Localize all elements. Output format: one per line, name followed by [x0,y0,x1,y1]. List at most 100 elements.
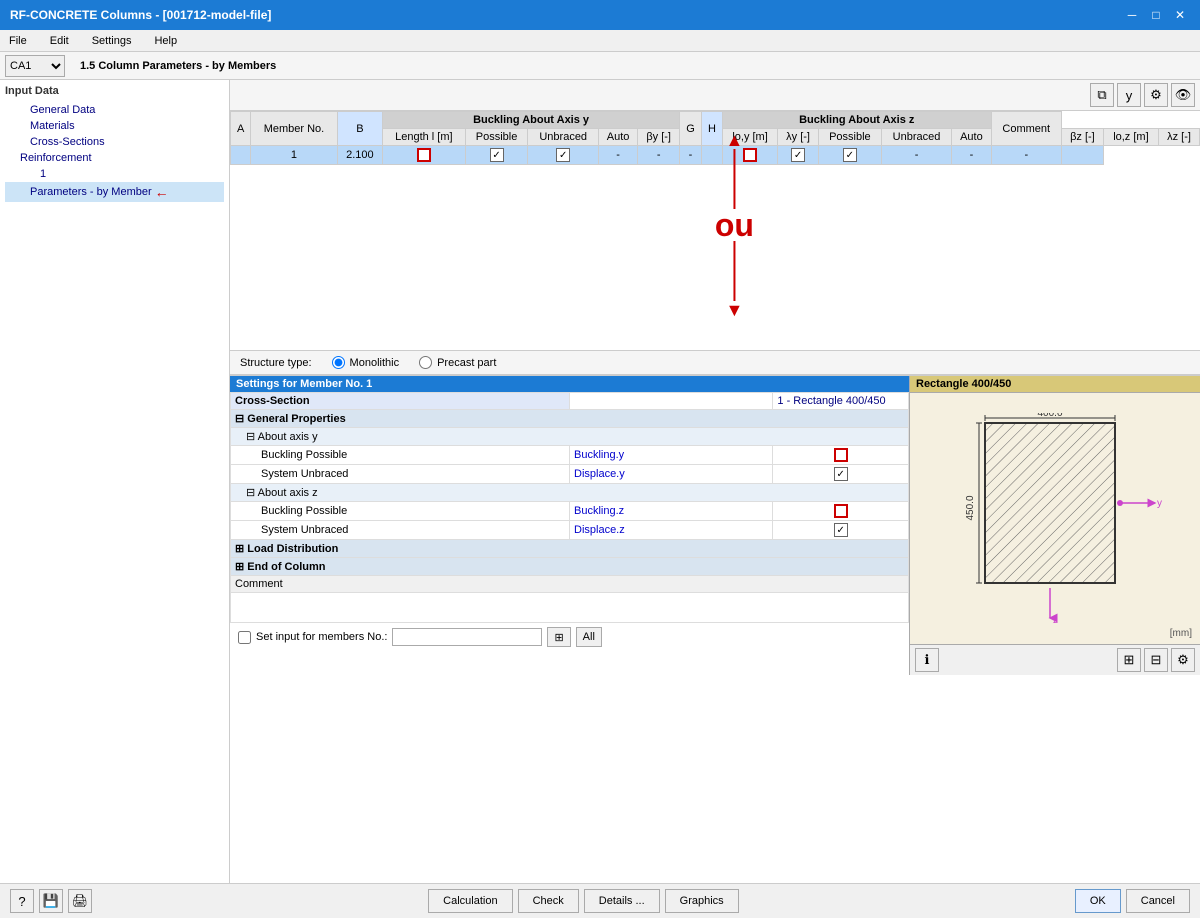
col-auto-z: Auto [952,129,991,146]
cancel-btn[interactable]: Cancel [1126,889,1190,913]
col-header-g: G [680,112,702,146]
comment-value-row [231,593,909,623]
table-row[interactable]: 1 2.100 - - - - - - [231,146,1200,165]
member-no-input[interactable] [392,628,542,646]
menu-help[interactable]: Help [150,33,181,49]
axis-z-header: ⊟ About axis z [231,484,909,502]
buckling-possible-y-val[interactable] [773,446,909,465]
col-header-comment: Comment [991,112,1061,146]
ok-btn[interactable]: OK [1075,889,1121,913]
sidebar: Input Data General Data Materials Cross-… [0,80,230,883]
copy-icon[interactable]: ⧉ [1090,83,1114,107]
sidebar-item-general-data[interactable]: General Data [5,102,224,118]
auto-y-checkbox[interactable] [556,148,570,162]
general-props-icon: ⊟ [235,413,244,425]
table-area: A Member No. B Buckling About Axis y G H… [230,111,1200,351]
chart-y-icon[interactable]: y [1117,83,1141,107]
general-props-header: ⊟ General Properties [231,410,909,428]
unbraced-y-checkbox[interactable] [490,148,504,162]
settings-panel: Settings for Member No. 1 Cross-Section … [230,376,910,675]
footer-bar: ? 💾 🖨 Calculation Check Details ... Grap… [0,883,1200,918]
properties-table: Cross-Section 1 - Rectangle 400/450 ⊟ Ge… [230,392,909,623]
cell-auto-z[interactable] [818,146,881,165]
menu-edit[interactable]: Edit [46,33,73,49]
displace-y-checkbox[interactable] [834,467,848,481]
sidebar-item-materials[interactable]: Materials [5,118,224,134]
cell-possible-y[interactable] [383,146,466,165]
maximize-btn[interactable]: □ [1146,6,1166,24]
eye-icon[interactable]: 👁 [1171,83,1195,107]
system-unbraced-z-label: System Unbraced [231,521,570,540]
buckling-possible-z-row: Buckling Possible Buckling.z [231,502,909,521]
system-unbraced-y-key: Displace.y [570,465,773,484]
structure-type-row: Structure type: Monolithic Precast part [230,351,1200,375]
ca-dropdown[interactable]: CA1 [5,55,65,77]
graphics-btn[interactable]: Graphics [665,889,739,913]
cell-index [231,146,251,165]
system-unbraced-y-val[interactable] [773,465,909,484]
all-btn[interactable]: All [576,627,602,647]
auto-z-checkbox[interactable] [843,148,857,162]
settings2-icon[interactable]: ⚙ [1171,648,1195,672]
col-beta-z: βz [-] [1061,129,1103,146]
details-btn[interactable]: Details ... [584,889,660,913]
system-unbraced-z-val[interactable] [773,521,909,540]
buckling-possible-z-val[interactable] [773,502,909,521]
sidebar-item-reinf-1[interactable]: 1 [5,166,224,182]
possible-z-checkbox[interactable] [743,148,757,162]
cell-possible-z[interactable] [722,146,777,165]
cell-unbraced-y[interactable] [465,146,528,165]
cross-section-svg: 400.0 450.0 y z [935,413,1185,633]
settings-icon[interactable]: ⚙ [1144,83,1168,107]
possible-y-checkbox[interactable] [417,148,431,162]
load-dist-header: ⊞ Load Distribution [231,540,909,558]
calculation-btn[interactable]: Calculation [428,889,512,913]
save-btn[interactable]: 💾 [39,889,63,913]
sidebar-item-parameters-by-member[interactable]: Parameters - by Member ← [5,182,224,202]
minimize-btn[interactable]: ─ [1122,6,1142,24]
title-bar: RF-CONCRETE Columns - [001712-model-file… [0,0,1200,30]
content-area: ⧉ y ⚙ 👁 A Member No. B Buckling About Ax… [230,80,1200,883]
unbraced-z-checkbox[interactable] [791,148,805,162]
load-dist-icon: ⊞ [235,543,244,555]
cell-auto-y[interactable] [528,146,598,165]
comment-header: Comment [231,576,909,593]
help-btn[interactable]: ? [10,889,34,913]
cell-unbraced-z[interactable] [778,146,819,165]
main-table: A Member No. B Buckling About Axis y G H… [230,111,1200,165]
buckling-z-checkbox[interactable] [834,504,848,518]
monolithic-radio[interactable] [332,356,345,369]
axis-y-header: ⊟ About axis y [231,428,909,446]
sidebar-item-reinforcement[interactable]: Reinforcement [5,150,224,166]
check-btn[interactable]: Check [518,889,579,913]
axis-z-icon: ⊟ [246,487,255,499]
cross-section-view: 400.0 450.0 y z [910,393,1200,644]
info-icon[interactable]: ℹ [915,648,939,672]
precast-radio[interactable] [419,356,432,369]
buckling-possible-y-key: Buckling.y [570,446,773,465]
precast-radio-group[interactable]: Precast part [419,356,496,369]
cell-lambda-y: - [680,146,702,165]
table-toolbar: ⧉ y ⚙ 👁 [230,80,1200,111]
menu-settings[interactable]: Settings [88,33,136,49]
cell-length: 2.100 [337,146,382,165]
set-input-checkbox[interactable] [238,631,251,644]
cell-beta-y: - [598,146,637,165]
col-header-h: H [701,112,722,146]
zoom-frame-icon[interactable]: ⊟ [1144,648,1168,672]
cell-g [701,146,722,165]
filter-btn[interactable]: ⊞ [547,627,570,647]
buckling-y-checkbox[interactable] [834,448,848,462]
close-btn[interactable]: ✕ [1170,6,1190,24]
cell-lo-y: - [638,146,680,165]
sidebar-item-cross-sections[interactable]: Cross-Sections [5,134,224,150]
monolithic-radio-group[interactable]: Monolithic [332,356,400,369]
displace-z-checkbox[interactable] [834,523,848,537]
section-title: 1.5 Column Parameters - by Members [80,60,276,72]
cell-member-no: 1 [251,146,337,165]
col-header-b: B [337,112,382,146]
precast-label: Precast part [437,357,496,369]
print-btn[interactable]: 🖨 [68,889,92,913]
zoom-fit-icon[interactable]: ⊞ [1117,648,1141,672]
menu-file[interactable]: File [5,33,31,49]
